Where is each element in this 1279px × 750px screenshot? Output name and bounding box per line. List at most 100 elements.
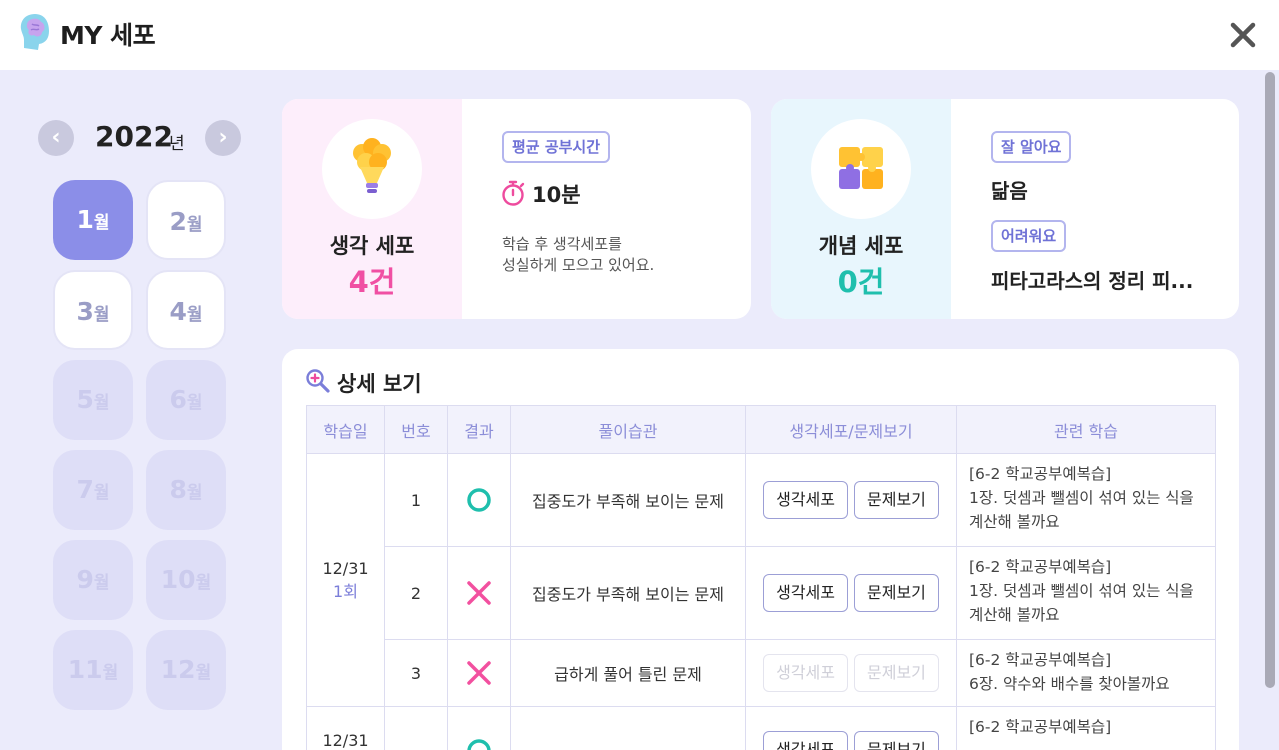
lightbulb-icon: [353, 138, 391, 193]
related-study-cell: [6-2 학교공부예복습] 6장. 약수와 배수를 찾아볼까요: [956, 639, 1216, 707]
result-cell: [447, 546, 511, 640]
related-chapter: 6장. 약수와 배수를 찾아볼까요: [969, 675, 1170, 693]
related-chapter-cont: 계산해 볼까요: [969, 513, 1060, 531]
column-header: 관련 학습: [956, 405, 1216, 454]
view-think-cell-button[interactable]: 생각세포: [763, 574, 848, 612]
study-date: 12/31: [322, 731, 369, 750]
row-number: 3: [384, 639, 448, 707]
table-row: 12/31 1회 1 집중도가 부족해 보이는 문제 생각세포 문제보기 [6-2…: [306, 453, 1216, 707]
month-unit: 월: [102, 663, 119, 683]
avg-study-time-value: 10분: [532, 183, 581, 207]
concept-cell-summary: 개념 세포 0건: [771, 99, 951, 319]
month-5-button: 5월: [53, 360, 133, 440]
header-bar: MY 세포: [0, 0, 1279, 70]
month-unit: 월: [93, 573, 110, 593]
view-think-cell-button: 생각세포: [763, 654, 848, 692]
month-unit: 월: [186, 305, 203, 325]
month-unit: 월: [186, 393, 203, 413]
month-number: 12: [160, 655, 196, 684]
month-unit: 월: [93, 393, 110, 413]
table-row: 12/31 생각세포 문제보기 [6-2 학교공부예복습]: [306, 706, 1216, 750]
result-cell: [447, 453, 511, 547]
desc-line-2: 성실하게 모으고 있어요.: [502, 256, 655, 274]
month-4-button[interactable]: 4월: [146, 270, 226, 350]
month-number: 5: [76, 385, 94, 414]
month-number: 8: [169, 475, 187, 504]
column-header: 생각세포/문제보기: [745, 405, 957, 454]
result-cell: [447, 706, 511, 750]
view-problem-button[interactable]: 문제보기: [854, 574, 939, 612]
action-cell: 생각세포 문제보기: [745, 706, 957, 750]
x-wrong-icon: [467, 661, 491, 685]
view-problem-button[interactable]: 문제보기: [854, 481, 939, 519]
think-cell-name: 생각 세포: [329, 234, 415, 258]
brain-head-logo-icon: [20, 14, 49, 50]
month-11-button: 11월: [53, 630, 133, 710]
related-chapter-cont: 계산해 볼까요: [969, 606, 1060, 624]
think-cell-card: 생각 세포 4건 평균 공부시간 10분 학습 후 생각세포를 성실하게 모으고…: [282, 99, 751, 319]
view-think-cell-button[interactable]: 생각세포: [763, 731, 848, 750]
related-chapter: 1장. 덧셈과 뺄셈이 섞여 있는 식을: [969, 582, 1194, 600]
related-study-cell: [6-2 학교공부예복습] 1장. 덧셈과 뺄셈이 섞여 있는 식을 계산해 볼…: [956, 453, 1216, 547]
view-think-cell-button[interactable]: 생각세포: [763, 481, 848, 519]
month-2-button[interactable]: 2월: [146, 180, 226, 260]
month-6-button: 6월: [146, 360, 226, 440]
month-9-button: 9월: [53, 540, 133, 620]
related-course: [6-2 학교공부예복습]: [969, 651, 1112, 669]
puzzle-icon: [839, 147, 883, 189]
month-unit: 월: [195, 573, 212, 593]
month-unit: 월: [93, 213, 110, 233]
row-number: 1: [384, 453, 448, 547]
detail-panel: 상세 보기 학습일 번호 결과 풀이습관 생각세포/문제보기 관련 학습 12/…: [282, 349, 1239, 750]
month-3-button[interactable]: 3월: [53, 270, 133, 350]
study-round: 1회: [333, 581, 358, 601]
month-unit: 월: [186, 483, 203, 503]
related-study-cell: [6-2 학교공부예복습] 1장. 덧셈과 뺄셈이 섞여 있는 식을 계산해 볼…: [956, 546, 1216, 640]
column-header: 번호: [384, 405, 448, 454]
study-date-cell: 12/31 1회: [306, 453, 385, 707]
chevron-left-icon[interactable]: ‹: [38, 120, 74, 156]
month-number: 7: [76, 475, 94, 504]
month-1-button[interactable]: 1월: [53, 180, 133, 260]
close-icon[interactable]: [1226, 18, 1260, 52]
avg-study-time-tag: 평균 공부시간: [502, 131, 611, 163]
year-suffix: 년: [169, 134, 185, 154]
concept-cell-card: 개념 세포 0건 잘 알아요 닮음 어려워요 피타고라스의 정리 피...: [771, 99, 1239, 319]
concept-cell-name: 개념 세포: [818, 234, 904, 258]
row-number: [384, 706, 448, 750]
month-number: 4: [169, 297, 187, 326]
view-problem-button[interactable]: 문제보기: [854, 731, 939, 750]
month-number: 11: [67, 655, 103, 684]
magnifier-icon: [306, 369, 330, 393]
month-8-button: 8월: [146, 450, 226, 530]
month-12-button: 12월: [146, 630, 226, 710]
month-number: 9: [76, 565, 94, 594]
scrollbar[interactable]: [1265, 72, 1275, 688]
habit-cell: 집중도가 부족해 보이는 문제: [510, 546, 746, 640]
related-chapter: 1장. 덧셈과 뺄셈이 섞여 있는 식을: [969, 489, 1194, 507]
app-title: MY 세포: [60, 21, 156, 50]
know-well-value: 닮음: [991, 179, 1028, 203]
concept-cell-count: 0건: [837, 265, 885, 299]
result-cell: [447, 639, 511, 707]
related-course: [6-2 학교공부예복습]: [969, 718, 1112, 736]
detail-title: 상세 보기: [337, 372, 422, 396]
month-number: 6: [169, 385, 187, 414]
action-cell: 생각세포 문제보기: [745, 453, 957, 547]
think-cell-count: 4건: [348, 265, 396, 299]
x-wrong-icon: [467, 581, 491, 605]
difficult-tag: 어려워요: [991, 220, 1067, 252]
column-header: 풀이습관: [510, 405, 746, 454]
month-number: 3: [76, 297, 94, 326]
desc-line-1: 학습 후 생각세포를: [502, 235, 622, 253]
circle-correct-icon: [467, 488, 491, 512]
column-header: 학습일: [306, 405, 385, 454]
month-7-button: 7월: [53, 450, 133, 530]
related-course: [6-2 학교공부예복습]: [969, 558, 1112, 576]
row-number: 2: [384, 546, 448, 640]
related-study-cell: [6-2 학교공부예복습]: [956, 706, 1216, 750]
month-unit: 월: [93, 305, 110, 325]
month-unit: 월: [186, 215, 203, 235]
month-10-button: 10월: [146, 540, 226, 620]
chevron-right-icon[interactable]: ›: [205, 120, 241, 156]
